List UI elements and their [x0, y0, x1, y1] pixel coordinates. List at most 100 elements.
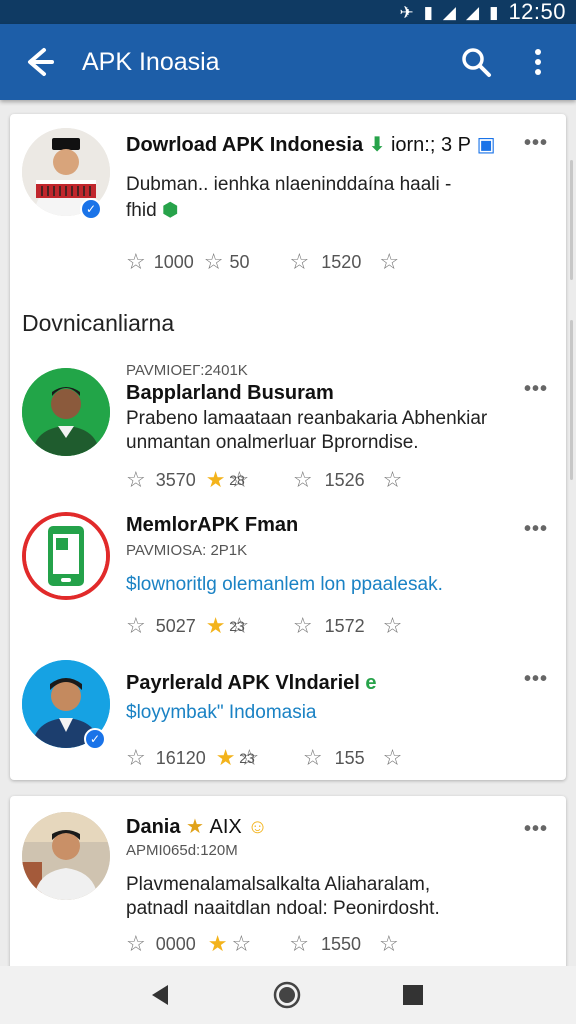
system-nav-bar — [0, 966, 576, 1024]
shares-count: 1520 — [321, 251, 362, 272]
star-badge-icon: ★ — [186, 816, 204, 838]
feed-card: Dania ★ AIX ☺ ••• APMI065d:120M Plavmena… — [10, 796, 566, 976]
status-icons: ✈ ▮ ◢ ◢ ▮ 12:50 — [399, 0, 566, 24]
star-filled-icon[interactable]: ★ — [216, 745, 236, 771]
app-bar: APK Inoasia — [0, 24, 576, 100]
back-arrow-icon[interactable] — [18, 42, 58, 82]
post-title-row[interactable]: Payrlerald APK Vlndariel e — [126, 672, 377, 695]
verified-badge-icon: ✓ — [80, 198, 102, 220]
app-icon[interactable] — [22, 512, 110, 600]
shares-count: 1526 — [324, 469, 365, 490]
bookmark-star-icon[interactable]: ☆ — [383, 613, 403, 639]
nav-back-icon[interactable] — [146, 980, 176, 1010]
shares-count: 155 — [334, 747, 365, 768]
star-icon: ☆ — [231, 931, 252, 956]
views-count: 16120 — [155, 747, 206, 768]
post-text-line-2: unmantan onalmerluar Bprorndise. — [126, 432, 419, 453]
pin-icon[interactable]: ☆ — [126, 613, 146, 639]
more-options-icon[interactable]: ••• — [524, 668, 548, 691]
scrollbar[interactable] — [570, 160, 573, 280]
nav-recents-icon[interactable] — [398, 980, 428, 1010]
verified-badge-icon: ✓ — [84, 728, 106, 750]
avatar[interactable] — [22, 812, 110, 900]
bookmark-star-icon[interactable]: ☆ — [379, 249, 399, 275]
more-options-icon[interactable]: ••• — [524, 378, 548, 401]
post-title-row: Dowrload APK Indonesia ⬇ iorn:; 3 P ▣ — [126, 132, 495, 157]
star-filled-icon[interactable]: ★ — [206, 613, 226, 639]
shares-count: 1572 — [324, 615, 365, 636]
post-actions: ☆ 16120 ★ ☆ 23 ☆ 155 ☆ — [126, 744, 402, 772]
share-icon[interactable]: ☆ — [303, 745, 323, 771]
post-text-line-1[interactable]: $loyymbak" Indomasia — [126, 700, 317, 725]
post-title[interactable]: MemlorAPK Fman — [126, 514, 298, 537]
bookmark-star-icon[interactable]: ☆ — [383, 745, 403, 771]
post-actions: ☆ 5027 ★ ☆ 23 ☆ 1572 ☆ — [126, 612, 402, 640]
pin-icon[interactable]: ☆ — [126, 931, 146, 957]
wifi-icon: ◢ — [442, 2, 456, 22]
status-bar: ✈ ▮ ◢ ◢ ▮ 12:50 — [0, 0, 576, 24]
pin-icon[interactable]: ☆ — [126, 745, 146, 771]
battery-icon: ▮ — [489, 2, 499, 22]
download-icon: ⬇ — [368, 134, 386, 156]
more-options-icon[interactable]: ••• — [524, 518, 548, 541]
post-actions: ☆ 3570 ★ ☆ 28 ☆ 1526 ☆ — [126, 466, 402, 494]
emoji-icon: ☺ — [247, 816, 268, 838]
stars-count: 23 — [239, 750, 255, 766]
shares-count: 1550 — [320, 933, 362, 954]
post-text-line-1: Plavmenalamalsalkalta Aliaharalam, — [126, 874, 431, 895]
views-count: 0000 — [155, 933, 196, 954]
more-vert-icon[interactable] — [518, 42, 558, 82]
post-text-line-1: Dubman.. ienhka nlaeninddaína haali - — [126, 174, 452, 195]
star-filled-icon[interactable]: ★ — [206, 467, 226, 493]
pin-icon[interactable]: ☆ — [126, 467, 146, 493]
post-actions: ☆ 0000 ★ ☆ ☆ 1550 ☆ — [126, 930, 399, 958]
section-title: Dovnicanliarna — [22, 310, 175, 336]
post-text-line-2: patnadl naaitdlan ndoal: Peonirdosht. — [126, 898, 440, 919]
share-icon[interactable]: ☆ — [289, 931, 309, 957]
post-title[interactable]: Bapplarland Busuram — [126, 382, 334, 405]
share-icon[interactable]: ☆ — [293, 467, 313, 493]
post-title: Payrlerald APK Vlndariel — [126, 672, 360, 694]
post-meta: PAVMIOSA: 2P1K — [126, 542, 248, 559]
avatar[interactable] — [22, 368, 110, 456]
leaf-icon: e — [365, 672, 377, 694]
post-title: Dania — [126, 816, 181, 838]
post-title-suffix: iorn:; 3 P — [390, 134, 471, 156]
more-options-icon[interactable]: ••• — [524, 818, 548, 841]
stars-count: 50 — [229, 251, 250, 272]
star-filled-icon[interactable]: ★ — [208, 931, 228, 957]
signal-icon: ◢ — [466, 2, 480, 22]
post-title-suffix: AIX — [209, 816, 242, 838]
stars-count: 28 — [229, 472, 245, 488]
notification-icon: ✈ — [399, 2, 414, 22]
star-icon[interactable]: ☆ — [204, 249, 224, 275]
post-title: Dowrload APK Indonesia — [126, 134, 364, 156]
scrollbar[interactable] — [570, 320, 573, 480]
sim-card-icon: ▮ — [423, 2, 433, 22]
status-time: 12:50 — [508, 0, 566, 24]
views-count: 5027 — [155, 615, 196, 636]
post-meta: PAVMIOEГ:2401K — [126, 362, 248, 379]
stars-count: 23 — [229, 618, 245, 634]
post-text-line-1[interactable]: $lownoritlg olemanlem lon ppaalesak. — [126, 572, 443, 597]
post-title-row[interactable]: Dania ★ AIX ☺ — [126, 814, 268, 839]
nav-home-icon[interactable] — [272, 980, 302, 1010]
bookmark-star-icon[interactable]: ☆ — [379, 931, 399, 957]
feed-card: ✓ Dowrload APK Indonesia ⬇ iorn:; 3 P ▣ … — [10, 114, 566, 780]
pin-icon[interactable]: ☆ — [126, 249, 146, 275]
search-icon[interactable] — [456, 42, 496, 82]
bookmark-star-icon[interactable]: ☆ — [383, 467, 403, 493]
shield-icon: ⬢ — [161, 200, 179, 221]
views-count: 3570 — [155, 469, 196, 490]
post-text-line-2: fhid — [126, 200, 157, 221]
post-actions: ☆ 1000 ☆ 50 ☆ 1520 ☆ — [126, 248, 399, 276]
share-icon[interactable]: ☆ — [290, 249, 310, 275]
post-text-line-1: Prabeno lamaataan reanbakaria Abhenkiar — [126, 408, 488, 429]
more-options-icon[interactable]: ••• — [524, 132, 548, 155]
app-bar-title: APK Inoasia — [82, 48, 220, 76]
share-icon[interactable]: ☆ — [293, 613, 313, 639]
post-text-line-2-row: fhid ⬢ — [126, 198, 179, 223]
post-meta: APMI065d:120M — [126, 842, 238, 859]
badge-icon: ▣ — [476, 134, 496, 156]
views-count: 1000 — [153, 251, 194, 272]
